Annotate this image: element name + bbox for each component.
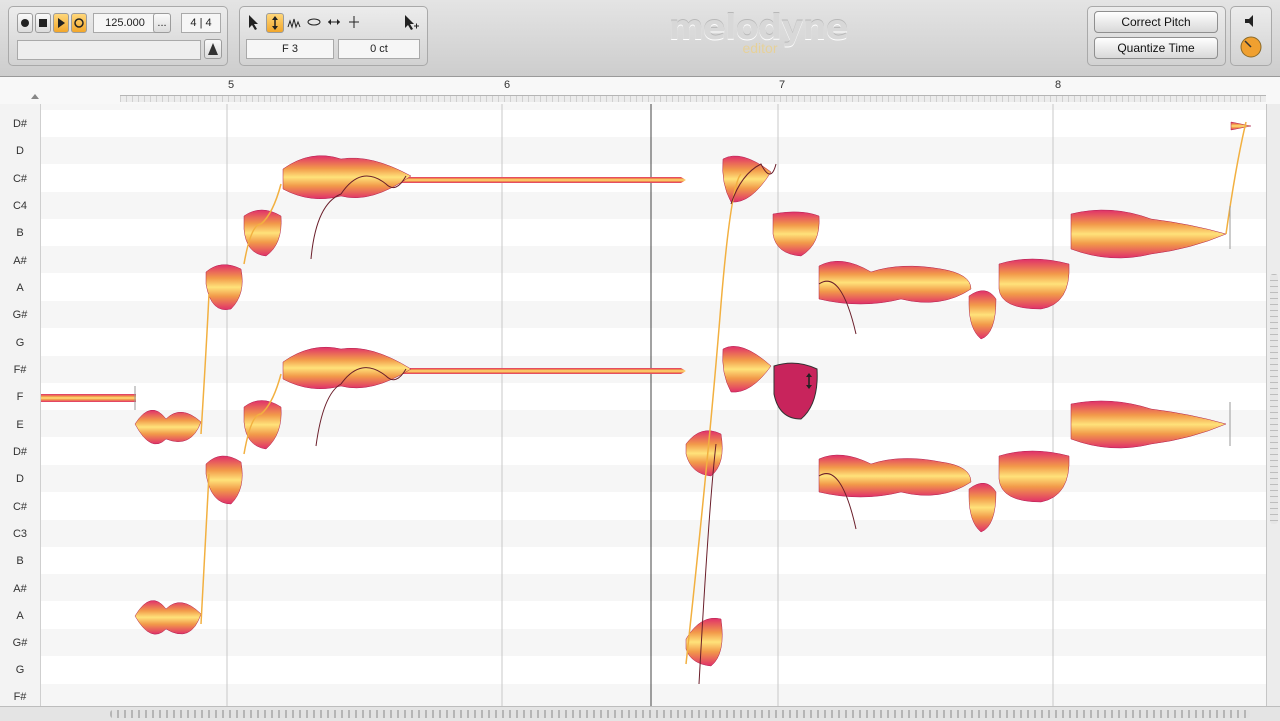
stop-icon (39, 19, 47, 27)
tempo-menu-button[interactable]: ... (153, 13, 171, 33)
separation-tool-button[interactable] (346, 13, 362, 31)
record-icon (21, 19, 29, 27)
play-button[interactable] (53, 13, 69, 33)
formant-tool-icon (287, 18, 301, 29)
pitch-label: A# (13, 583, 27, 595)
bar-number: 7 (779, 79, 786, 91)
note-blob (205, 455, 243, 505)
amplitude-tool-icon (307, 18, 321, 26)
pitch-label: D (16, 145, 24, 157)
output-panel (1230, 6, 1272, 66)
note-blob (243, 400, 282, 450)
pitch-label: E (16, 419, 24, 431)
loop-button[interactable] (71, 13, 87, 33)
note-blob (722, 346, 772, 393)
note-blob (685, 617, 723, 667)
note-blob (968, 290, 997, 340)
pitch-label: C# (12, 501, 28, 513)
note-assignment-button[interactable] (402, 13, 420, 31)
zoom-marker-icon[interactable] (30, 93, 40, 101)
position-field[interactable] (17, 40, 201, 60)
pitch-label: C3 (12, 528, 28, 540)
note-blob (1070, 400, 1227, 449)
note-editor-svg[interactable] (41, 104, 1266, 706)
volume-knob[interactable] (1239, 35, 1263, 59)
pitch-label: F# (13, 691, 27, 703)
pitch-label: A# (13, 255, 27, 267)
bar-number: 5 (228, 79, 235, 91)
pitch-label: B (16, 555, 24, 567)
pitch-label: G# (12, 309, 28, 321)
loop-region[interactable] (120, 95, 1266, 102)
pitch-label: F (16, 391, 24, 403)
vertical-scroll-thumb[interactable] (1270, 274, 1278, 524)
transport-panel: 125.000 ... 4 | 4 (8, 6, 228, 66)
correct-pitch-button[interactable]: Correct Pitch (1094, 11, 1218, 33)
time-tool-button[interactable] (326, 13, 342, 31)
pitch-label: C# (12, 173, 28, 185)
pitch-label: A (16, 610, 24, 622)
loop-icon (74, 18, 84, 28)
note-editor-canvas[interactable] (41, 104, 1266, 706)
bar-number: 6 (504, 79, 511, 91)
pitch-label: F# (13, 364, 27, 376)
note-blob (1230, 121, 1252, 131)
separation-tool-icon (349, 16, 359, 28)
pitch-tool-icon (272, 16, 278, 30)
amplitude-tool-button[interactable] (306, 13, 322, 31)
formant-tool-button[interactable] (286, 13, 302, 31)
macros-panel: Correct Pitch Quantize Time (1087, 6, 1226, 66)
pitch-label: B (16, 227, 24, 239)
pitch-field[interactable]: F 3 (246, 39, 334, 59)
pitch-label: C4 (12, 200, 28, 212)
app-logo-subtitle: editor (742, 40, 778, 56)
pitch-label: G (15, 664, 25, 676)
play-icon (58, 18, 65, 28)
tools-panel: F 3 0 ct (239, 6, 428, 66)
note-blob (134, 600, 202, 635)
pitch-tool-button[interactable] (266, 13, 284, 33)
pitch-label: D# (12, 118, 28, 130)
toolbar: 125.000 ... 4 | 4 F 3 0 ct melodyne edit… (0, 0, 1280, 77)
horizontal-scroll-thumb[interactable] (110, 710, 1250, 718)
metronome-button[interactable] (204, 39, 222, 59)
note-blob (818, 454, 972, 498)
pitch-label: G# (12, 637, 28, 649)
main-tool-button[interactable] (246, 13, 262, 31)
pitch-label: G (15, 337, 25, 349)
time-signature-field[interactable]: 4 | 4 (181, 13, 221, 33)
time-tool-icon (328, 19, 340, 25)
stop-button[interactable] (35, 13, 51, 33)
pitch-ruler: D# D C# C4 B A# A G# G F# F E D# D C# C3… (0, 104, 41, 706)
quantize-time-button[interactable]: Quantize Time (1094, 37, 1218, 59)
horizontal-overview-scrollbar[interactable] (0, 706, 1280, 721)
arrow-cursor-icon (249, 15, 258, 30)
bar-number: 8 (1055, 79, 1062, 91)
speaker-icon[interactable] (1243, 13, 1259, 29)
bar-ruler[interactable]: 5 6 7 8 (0, 77, 1280, 105)
pitch-label: D (16, 473, 24, 485)
tempo-field[interactable]: 125.000 (93, 13, 157, 33)
cents-field[interactable]: 0 ct (338, 39, 420, 59)
metronome-icon (208, 43, 218, 55)
note-blob (998, 450, 1070, 503)
record-button[interactable] (17, 13, 33, 33)
pitch-label: A (16, 282, 24, 294)
cursor-plus-icon (405, 15, 419, 30)
pitch-label: D# (12, 446, 28, 458)
vertical-scrollbar[interactable] (1266, 104, 1280, 706)
